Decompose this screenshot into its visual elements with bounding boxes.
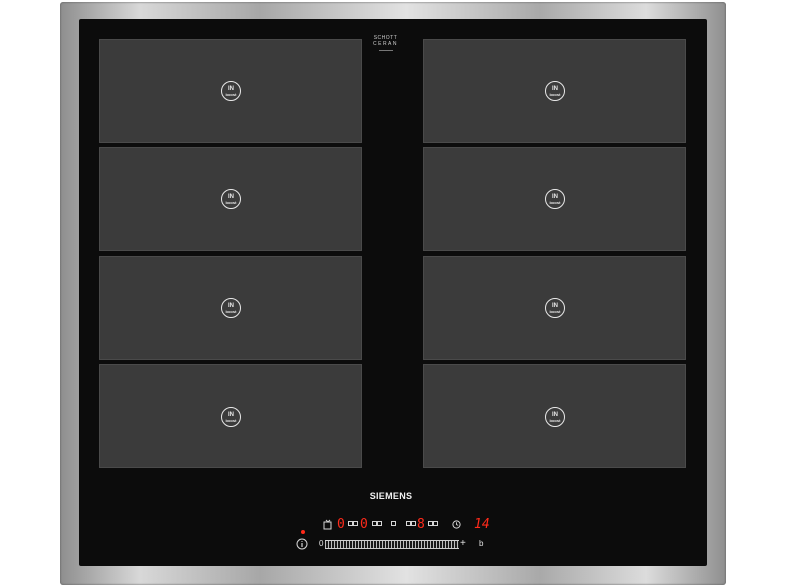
zone-label-in: IN [552, 85, 558, 92]
in-boost-icon: IN boost [221, 298, 241, 318]
zone-left-2[interactable]: IN boost [99, 147, 362, 251]
power-slider[interactable] [325, 540, 459, 549]
zone-label-in: IN [228, 85, 234, 92]
zone-label-boost: boost [549, 199, 561, 205]
zone-label-boost: boost [549, 91, 561, 97]
in-boost-icon: IN boost [545, 407, 565, 427]
zone-power-display-3: 8 [417, 517, 425, 532]
schott-ceran-logo: SCHOTT CERAN [373, 36, 398, 51]
in-boost-icon: IN boost [545, 298, 565, 318]
zone-power-display-1: 0 [337, 517, 345, 532]
zone-right-1[interactable]: IN boost [423, 39, 686, 143]
zone-label-in: IN [552, 302, 558, 309]
zone-label-boost: boost [225, 308, 237, 314]
zone-power-display-2: 0 [360, 517, 368, 532]
zone-indicator-icon [391, 521, 396, 526]
zone-label-boost: boost [225, 417, 237, 423]
zone-label-in: IN [552, 411, 558, 418]
in-boost-icon: IN boost [221, 189, 241, 209]
zone-left-4[interactable]: IN boost [99, 364, 362, 468]
zone-indicator-icon [353, 521, 358, 526]
brand-logo: SIEMENS [369, 491, 413, 501]
zone-left-1[interactable]: IN boost [99, 39, 362, 143]
in-boost-icon: IN boost [221, 81, 241, 101]
zone-indicator-icon [377, 521, 382, 526]
power-indicator-icon [301, 530, 305, 534]
slider-plus-label: + [460, 538, 466, 549]
cooking-zone-select-icon[interactable] [323, 519, 333, 530]
zone-label-in: IN [228, 411, 234, 418]
in-boost-icon: IN boost [221, 407, 241, 427]
zone-left-3[interactable]: IN boost [99, 256, 362, 360]
in-boost-icon: IN boost [545, 189, 565, 209]
slider-min-label: 0 [319, 539, 324, 548]
slider-extra-label: b [479, 539, 484, 548]
zone-label-boost: boost [225, 91, 237, 97]
in-boost-icon: IN boost [545, 81, 565, 101]
zone-label-boost: boost [225, 199, 237, 205]
ceran-label: CERAN [373, 41, 399, 47]
zone-label-boost: boost [549, 308, 561, 314]
zone-indicator-icon [433, 521, 438, 526]
zone-right-3[interactable]: IN boost [423, 256, 686, 360]
zone-label-boost: boost [549, 417, 561, 423]
clock-icon[interactable] [452, 520, 461, 529]
zone-right-2[interactable]: IN boost [423, 147, 686, 251]
timer-display: 14 [474, 517, 490, 532]
zone-indicator-icon [411, 521, 416, 526]
logo-divider [378, 50, 393, 51]
info-icon[interactable] [296, 538, 308, 550]
zone-right-4[interactable]: IN boost [423, 364, 686, 468]
zone-label-in: IN [552, 193, 558, 200]
zone-label-in: IN [228, 302, 234, 309]
zone-label-in: IN [228, 193, 234, 200]
